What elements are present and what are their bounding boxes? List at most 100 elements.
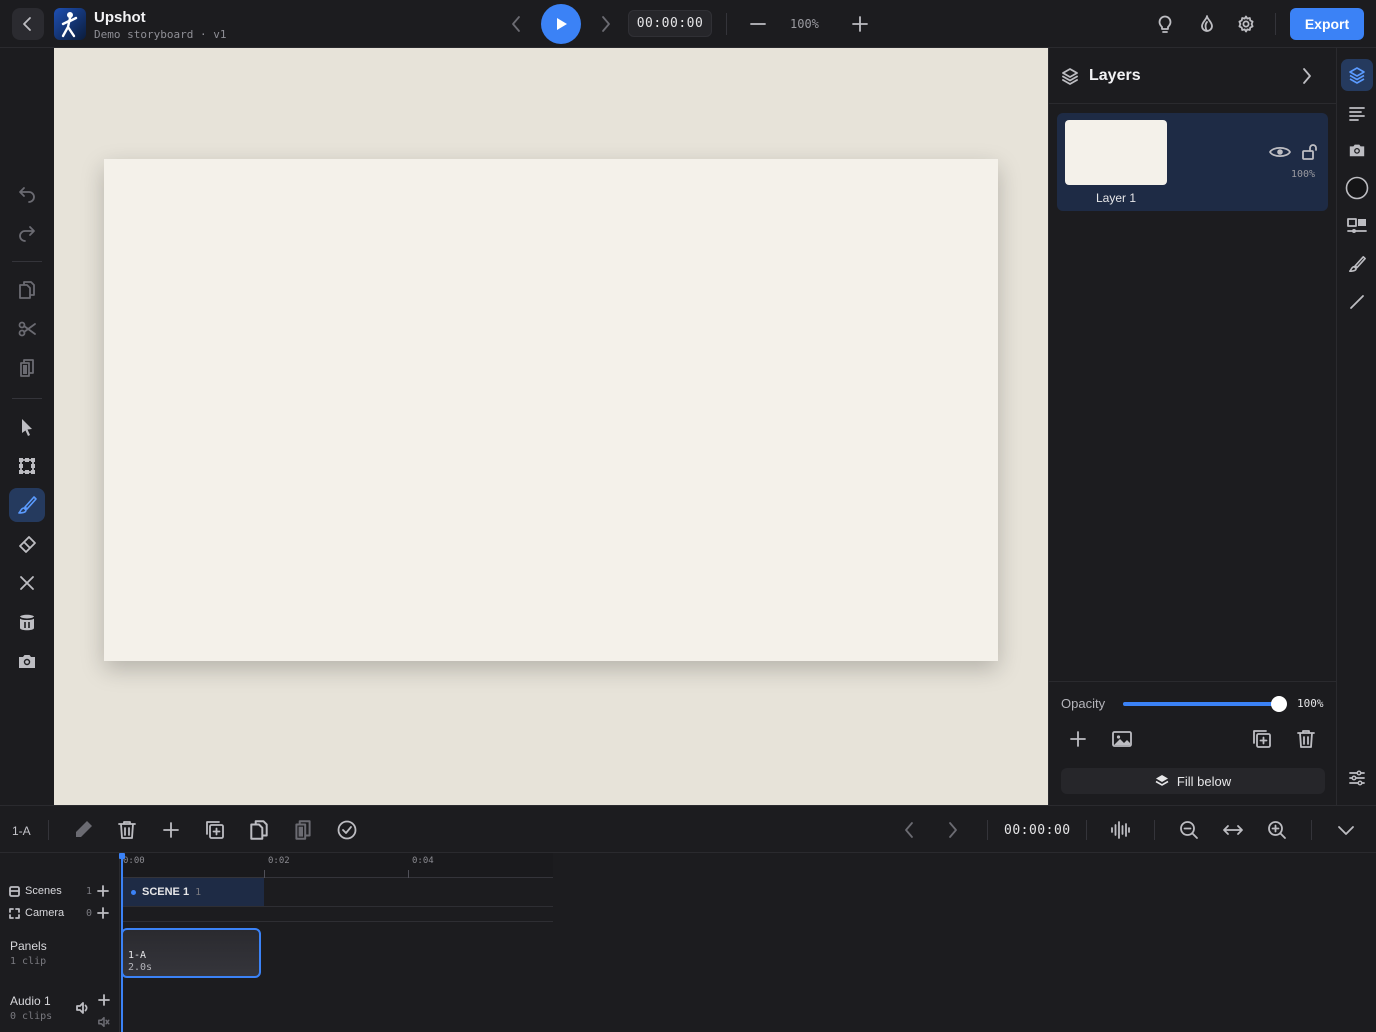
divider (726, 13, 727, 35)
layer-lock-toggle[interactable] (1301, 143, 1319, 161)
scenes-track-label: Scenes 1 (0, 885, 120, 897)
add-camera-icon[interactable] (97, 907, 109, 919)
next-panel-button[interactable] (942, 819, 964, 841)
playhead[interactable] (121, 853, 123, 1032)
zoom-in-icon (1268, 821, 1286, 839)
next-frame-button[interactable] (596, 14, 616, 34)
marker-icon (76, 821, 92, 837)
copy-panel-button[interactable] (248, 819, 270, 841)
fill-below-button[interactable]: Fill below (1061, 768, 1325, 794)
fit-timeline-button[interactable] (1222, 819, 1244, 841)
settings-button[interactable] (1236, 14, 1256, 34)
onion-skin-button[interactable] (1197, 14, 1217, 34)
panels-sub: 1 clip (10, 956, 47, 967)
mark-complete-button[interactable] (336, 819, 358, 841)
timeline-ruler[interactable]: 0:00 0:02 0:04 (121, 853, 553, 878)
mute-icon[interactable] (98, 1016, 110, 1028)
clip-name: 1-A (128, 950, 147, 961)
notes-tab[interactable] (1341, 97, 1373, 129)
opacity-slider[interactable] (1123, 696, 1287, 712)
left-toolbar (0, 48, 54, 805)
layer-visibility-toggle[interactable] (1269, 143, 1291, 161)
ruler-label: 0:00 (123, 856, 145, 866)
transform-tool[interactable] (9, 449, 45, 483)
add-layer-button[interactable] (1067, 728, 1089, 750)
waveform-button[interactable] (1109, 819, 1131, 841)
ruler-label: 0:04 (412, 856, 434, 866)
duplicate-panel-button[interactable] (204, 819, 226, 841)
layer-item[interactable]: Layer 1 100% (1057, 113, 1328, 211)
collapse-panel-button[interactable] (1297, 66, 1317, 86)
tips-button[interactable] (1155, 14, 1175, 34)
layers-fill-icon (1155, 775, 1169, 786)
camera-tab[interactable] (1341, 134, 1373, 166)
scenes-count: 1 (86, 885, 93, 897)
edit-panel-button[interactable] (72, 819, 94, 841)
paste-icon (295, 820, 311, 840)
pen-tab[interactable] (1341, 286, 1373, 318)
brush-tab[interactable] (1341, 248, 1373, 280)
play-button[interactable] (541, 4, 581, 44)
scene-marker (131, 889, 136, 895)
copy-button[interactable] (9, 273, 45, 307)
add-scene-icon[interactable] (97, 885, 109, 897)
clear-tool[interactable] (9, 566, 45, 600)
cut-button[interactable] (9, 312, 45, 346)
fill-tool[interactable] (9, 605, 45, 639)
previous-panel-button[interactable] (898, 819, 920, 841)
canvas-area[interactable] (54, 48, 1048, 805)
undo-button[interactable] (9, 176, 45, 210)
add-image-layer-button[interactable] (1111, 728, 1133, 750)
eye-icon (1269, 146, 1291, 158)
drawing-canvas[interactable] (104, 159, 998, 661)
zoom-out-button[interactable] (748, 14, 768, 34)
select-tool[interactable] (9, 410, 45, 444)
top-bar: Upshot Demo storyboard · v1 00:00:00 100… (0, 0, 1376, 48)
camera-icon (1349, 144, 1365, 157)
brush-tool[interactable] (9, 488, 45, 522)
delete-layer-button[interactable] (1295, 728, 1317, 750)
opacity-label: Opacity (1061, 696, 1106, 711)
panel-settings-button[interactable] (1341, 762, 1373, 794)
scene-block[interactable]: SCENE 1 1 (121, 878, 264, 906)
add-panel-button[interactable] (160, 819, 182, 841)
duplicate-layer-button[interactable] (1251, 728, 1273, 750)
back-button[interactable] (12, 8, 44, 40)
opacity-slider-handle[interactable] (1271, 696, 1287, 712)
volume-icon[interactable] (76, 1001, 90, 1015)
zoom-in-button[interactable] (850, 14, 870, 34)
eraser-tool[interactable] (9, 527, 45, 561)
playhead-handle[interactable] (119, 853, 125, 859)
timeline-zoom-in-button[interactable] (1266, 819, 1288, 841)
bucket-icon (19, 614, 35, 631)
chevron-right-icon (949, 822, 957, 838)
clip-duration: 2.0s (128, 962, 153, 973)
divider (12, 261, 42, 262)
camera-label: Camera (25, 907, 65, 919)
color-tab[interactable] (1341, 172, 1373, 204)
camera-tool[interactable] (9, 644, 45, 678)
export-button[interactable]: Export (1290, 8, 1364, 40)
audio-label: Audio 1 (10, 994, 51, 1008)
figure-logo-icon (61, 12, 78, 38)
panel-clip[interactable]: 1-A 2.0s (121, 928, 261, 978)
layers-tab[interactable] (1341, 59, 1373, 91)
camera-icon (19, 655, 35, 668)
paste-button[interactable] (9, 351, 45, 385)
layer-opacity: 100% (1291, 169, 1316, 180)
chevron-left-icon (512, 16, 520, 32)
timeline-zoom-out-button[interactable] (1178, 819, 1200, 841)
paste-icon (20, 359, 34, 377)
timecode-display: 00:00:00 (628, 10, 712, 37)
paste-panel-button[interactable] (292, 819, 314, 841)
collapse-timeline-button[interactable] (1335, 819, 1357, 841)
delete-panel-button[interactable] (116, 819, 138, 841)
brush-settings-tab[interactable] (1341, 210, 1373, 242)
redo-icon (19, 226, 35, 242)
redo-button[interactable] (9, 215, 45, 249)
add-audio-icon[interactable] (98, 994, 110, 1006)
waveform-icon (1111, 821, 1130, 839)
brush-icon (18, 496, 37, 514)
layers-panel: Layers Layer 1 100% Opacity 100% Fill be… (1048, 48, 1337, 805)
previous-frame-button[interactable] (506, 14, 526, 34)
